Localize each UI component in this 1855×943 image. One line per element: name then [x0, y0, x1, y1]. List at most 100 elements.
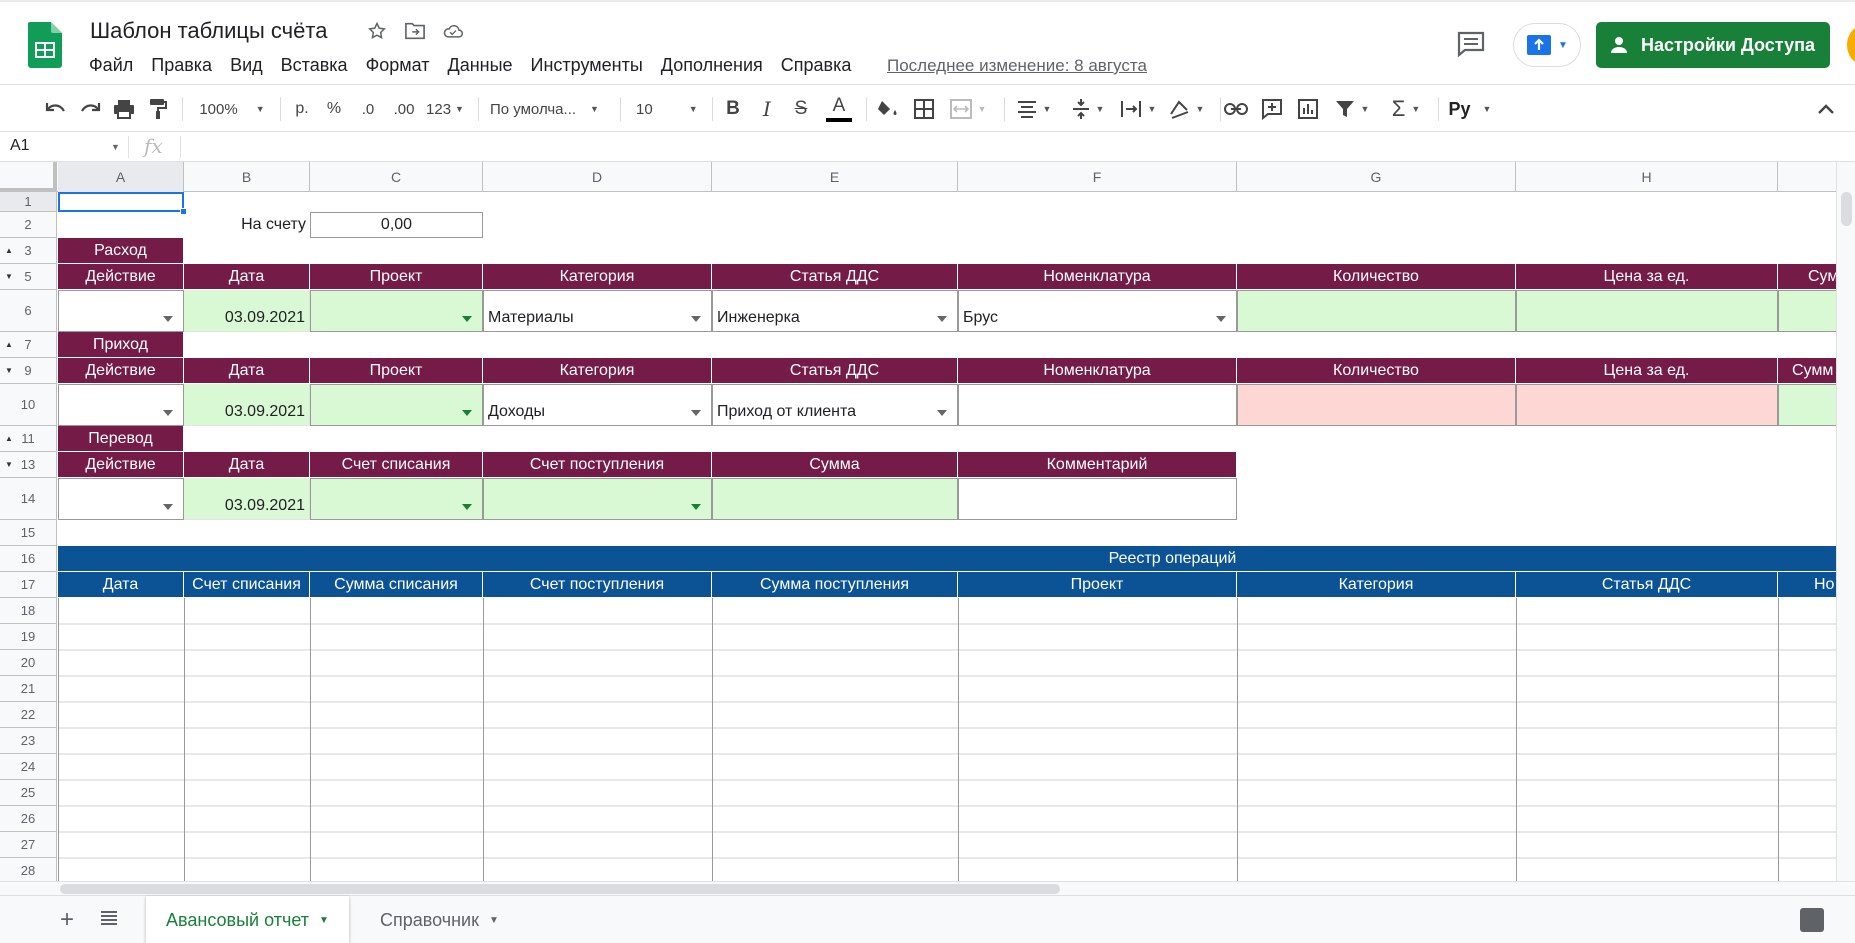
strikethrough-button[interactable]: S [788, 85, 814, 133]
filter-icon[interactable]: ▼ [1330, 85, 1374, 133]
row-header-19[interactable]: 19 [0, 624, 57, 650]
row-header-26[interactable]: 26 [0, 806, 57, 832]
row-header-5[interactable]: ▼ 5 [0, 264, 57, 290]
row-header-27[interactable]: 27 [0, 832, 57, 858]
expense-quantity[interactable] [1237, 290, 1516, 332]
share-button[interactable]: Настройки Доступа [1596, 22, 1830, 68]
transfer-from-account-dropdown[interactable] [310, 478, 483, 520]
redo-icon[interactable] [76, 85, 104, 133]
group-collapse-icon[interactable]: ▲ [5, 246, 13, 255]
font-size-select[interactable]: 10 ▼ [632, 85, 702, 133]
font-family-select[interactable]: По умолча... ▼ [490, 85, 610, 133]
menu-addons[interactable]: Дополнения [652, 55, 772, 76]
row-header-14[interactable]: 14 [0, 478, 57, 520]
chevron-down-icon[interactable]: ▼ [111, 142, 120, 152]
expense-project-dropdown[interactable] [310, 290, 483, 332]
row-header-6[interactable]: 6 [0, 290, 57, 332]
row-header-9[interactable]: ▼ 9 [0, 358, 57, 384]
row-header-25[interactable]: 25 [0, 780, 57, 806]
transfer-action-dropdown[interactable] [58, 478, 184, 520]
increase-decimal-button[interactable]: .00 [388, 85, 420, 133]
tab-reference[interactable]: Справочник ▼ [360, 896, 519, 943]
menu-data[interactable]: Данные [439, 55, 522, 76]
row-header-18[interactable]: 18 [0, 598, 57, 624]
text-color-button[interactable]: A [824, 85, 854, 133]
insert-chart-icon[interactable] [1294, 85, 1322, 133]
income-nomenclature[interactable] [958, 384, 1237, 426]
row-header-1[interactable]: 1 [0, 192, 57, 212]
column-header-a[interactable]: A [58, 162, 184, 192]
row-header-28[interactable]: 28 [0, 858, 57, 881]
column-header-g[interactable]: G [1237, 162, 1516, 192]
insert-comment-icon[interactable] [1258, 85, 1286, 133]
income-date[interactable]: 03.09.2021 [184, 384, 310, 426]
paint-format-icon[interactable] [144, 85, 172, 133]
income-category-dropdown[interactable]: Доходы [483, 384, 712, 426]
merge-cells-icon[interactable]: ▼ [946, 85, 990, 133]
all-sheets-icon[interactable] [100, 910, 118, 926]
horizontal-align-icon[interactable]: ▼ [1012, 85, 1056, 133]
row-header-11[interactable]: ▲ 11 [0, 426, 57, 452]
group-expand-icon[interactable]: ▼ [5, 460, 13, 469]
comment-history-icon[interactable] [1456, 30, 1486, 58]
income-action-dropdown[interactable] [58, 384, 184, 426]
spreadsheet-grid[interactable]: A B C D E F G H 1 2 ▲ 3 ▼ 5 6 ▲ 7 ▼ 9 10 ▲ 11… [0, 162, 1836, 881]
row-header-2[interactable]: 2 [0, 212, 57, 238]
row-header-15[interactable]: 15 [0, 520, 57, 546]
group-expand-icon[interactable]: ▼ [5, 366, 13, 375]
menu-format[interactable]: Формат [357, 55, 439, 76]
income-article-dropdown[interactable]: Приход от клиента [712, 384, 958, 426]
italic-button[interactable]: I [754, 85, 780, 133]
row-header-10[interactable]: 10 [0, 384, 57, 426]
number-format-select[interactable]: 123 ▼ [424, 85, 466, 133]
row-header-21[interactable]: 21 [0, 676, 57, 702]
fill-color-icon[interactable] [874, 85, 902, 133]
income-price[interactable] [1516, 384, 1778, 426]
select-all-corner[interactable] [0, 162, 57, 192]
horizontal-scroll-thumb[interactable] [60, 884, 1060, 894]
expense-price[interactable] [1516, 290, 1778, 332]
balance-value[interactable]: 0,00 [310, 212, 483, 238]
row-header-23[interactable]: 23 [0, 728, 57, 754]
move-folder-icon[interactable] [404, 20, 426, 42]
horizontal-scrollbar[interactable] [0, 881, 1855, 895]
name-box[interactable]: A1 [10, 137, 30, 155]
group-expand-icon[interactable]: ▼ [5, 272, 13, 281]
chevron-down-icon[interactable]: ▼ [489, 915, 499, 926]
borders-icon[interactable] [910, 85, 938, 133]
decrease-decimal-button[interactable]: .0 [354, 85, 382, 133]
present-button[interactable]: ▼ [1513, 23, 1581, 67]
group-collapse-icon[interactable]: ▲ [5, 340, 13, 349]
expense-date[interactable]: 03.09.2021 [184, 290, 310, 332]
avatar[interactable] [1847, 26, 1855, 64]
row-header-17[interactable]: 17 [0, 572, 57, 598]
menu-file[interactable]: Файл [89, 55, 142, 76]
row-header-3[interactable]: ▲ 3 [0, 238, 57, 264]
vertical-scroll-thumb[interactable] [1841, 192, 1852, 226]
transfer-comment[interactable] [958, 478, 1237, 520]
vertical-align-icon[interactable]: ▼ [1066, 85, 1110, 133]
row-header-7[interactable]: ▲ 7 [0, 332, 57, 358]
column-header-d[interactable]: D [483, 162, 712, 192]
undo-icon[interactable] [42, 85, 70, 133]
insert-link-icon[interactable] [1222, 85, 1250, 133]
expense-sum[interactable] [1778, 290, 1836, 332]
functions-button[interactable]: Σ ▼ [1384, 85, 1428, 133]
row-header-20[interactable]: 20 [0, 650, 57, 676]
menu-view[interactable]: Вид [221, 55, 272, 76]
row-header-16[interactable]: 16 [0, 546, 57, 572]
chevron-down-icon[interactable]: ▼ [319, 915, 329, 926]
transfer-date[interactable]: 03.09.2021 [184, 478, 310, 520]
last-edit-link[interactable]: Последнее изменение: 8 августа [887, 56, 1147, 76]
row-header-24[interactable]: 24 [0, 754, 57, 780]
text-rotation-icon[interactable]: ▼ [1164, 85, 1208, 133]
column-header-b[interactable]: B [184, 162, 310, 192]
expense-category-dropdown[interactable]: Материалы [483, 290, 712, 332]
column-header-i[interactable] [1778, 162, 1836, 192]
currency-format-button[interactable]: р. [288, 85, 316, 133]
collapse-toolbar-icon[interactable] [1812, 85, 1840, 133]
column-header-c[interactable]: C [310, 162, 483, 192]
input-tools-button[interactable]: Py ▼ [1446, 85, 1494, 133]
transfer-amount[interactable] [712, 478, 958, 520]
fill-handle[interactable] [180, 208, 187, 215]
